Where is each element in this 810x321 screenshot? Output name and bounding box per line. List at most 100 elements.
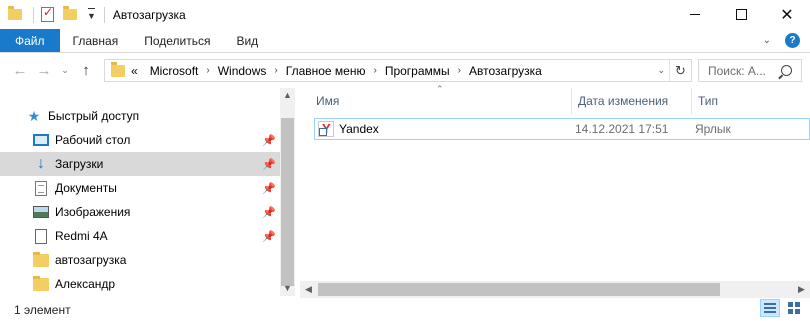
large-icons-view-icon xyxy=(788,302,800,314)
column-headers: Имя Дата изменения Тип xyxy=(300,88,810,114)
scroll-right-icon[interactable]: ▶ xyxy=(793,281,810,298)
scroll-down-icon[interactable]: ▼ xyxy=(280,281,295,296)
details-view-button[interactable] xyxy=(760,299,780,317)
column-date-modified[interactable]: Дата изменения xyxy=(572,88,692,114)
sidebar-item-quick-access[interactable]: ★ Быстрый доступ xyxy=(0,104,280,128)
scroll-up-icon[interactable]: ▲ xyxy=(280,88,295,103)
column-type[interactable]: Тип xyxy=(692,88,810,114)
scrollbar-thumb[interactable] xyxy=(281,118,294,286)
sidebar-item-label: Документы xyxy=(55,181,117,195)
navigation-pane: ★ Быстрый доступ Рабочий стол 📌 ↓ Загруз… xyxy=(0,88,280,296)
address-bar[interactable]: « Microsoft › Windows › Главное меню › П… xyxy=(104,59,692,82)
sidebar-item-label: Загрузки xyxy=(55,157,104,171)
file-row[interactable]: Yandex 14.12.2021 17:51 Ярлык xyxy=(314,118,810,140)
breadcrumb-startup[interactable]: Автозагрузка xyxy=(469,64,542,78)
breadcrumb-overflow[interactable]: « xyxy=(131,64,138,78)
up-button[interactable]: ↑ xyxy=(76,62,96,79)
customize-toolbar-icon[interactable]: ▼ xyxy=(87,8,96,21)
details-view-icon-line xyxy=(764,307,776,309)
help-icon[interactable]: ? xyxy=(785,33,800,48)
expand-ribbon-icon[interactable]: ⌄ xyxy=(763,35,771,46)
search-box[interactable] xyxy=(698,59,802,82)
pictures-icon xyxy=(33,206,49,218)
pin-icon[interactable]: 📌 xyxy=(262,182,276,195)
breadcrumb-windows[interactable]: Windows xyxy=(218,64,267,78)
sidebar-item-alexander[interactable]: Александр xyxy=(0,272,280,296)
sidebar-item-redmi[interactable]: Redmi 4A 📌 xyxy=(0,224,280,248)
sidebar-item-documents[interactable]: Документы 📌 xyxy=(0,176,280,200)
file-date: 14.12.2021 17:51 xyxy=(575,122,669,136)
file-name: Yandex xyxy=(339,122,379,136)
address-row: ← → ⌄ ↑ « Microsoft › Windows › Главное … xyxy=(0,53,810,88)
view-switcher xyxy=(760,299,804,317)
minimize-button[interactable] xyxy=(672,0,718,29)
tab-share[interactable]: Поделиться xyxy=(131,29,223,52)
breadcrumb-start-menu[interactable]: Главное меню xyxy=(286,64,366,78)
sidebar-item-label: Изображения xyxy=(55,205,131,219)
navigation-pane-scrollbar[interactable]: ▲ ▼ xyxy=(280,88,295,296)
ribbon-right-controls: ⌄ ? xyxy=(763,29,810,52)
tab-view[interactable]: Вид xyxy=(223,29,271,52)
sidebar-item-desktop[interactable]: Рабочий стол 📌 xyxy=(0,128,280,152)
pin-icon[interactable]: 📌 xyxy=(262,206,276,219)
toolbar-divider xyxy=(33,6,34,23)
sidebar-item-autostart-folder[interactable]: автозагрузка xyxy=(0,248,280,272)
folder-icon xyxy=(111,61,125,77)
item-count: 1 элемент xyxy=(14,302,71,317)
horizontal-scrollbar[interactable]: ◀ ▶ xyxy=(300,281,810,298)
column-name[interactable]: Имя xyxy=(300,88,572,114)
address-dropdown-icon[interactable]: ⌄ xyxy=(657,65,665,76)
window-title: Автозагрузка xyxy=(112,7,186,22)
sidebar-item-label: Рабочий стол xyxy=(55,133,131,147)
large-icons-view-button[interactable] xyxy=(784,299,804,317)
folder-icon[interactable] xyxy=(8,6,22,20)
breadcrumb-microsoft[interactable]: Microsoft xyxy=(150,64,199,78)
details-view-icon xyxy=(764,303,776,305)
tab-file[interactable]: Файл xyxy=(0,29,60,52)
close-button[interactable]: ✕ xyxy=(764,0,810,29)
sidebar-item-label: Быстрый доступ xyxy=(48,109,140,123)
maximize-button[interactable] xyxy=(718,0,764,29)
new-folder-icon[interactable] xyxy=(63,6,77,20)
quick-access-toolbar: ▼ xyxy=(0,0,104,29)
folder-icon xyxy=(33,275,49,291)
file-type: Ярлык xyxy=(695,122,731,136)
title-bar: ▼ Автозагрузка ✕ xyxy=(0,0,810,29)
breadcrumb-separator[interactable]: › xyxy=(206,65,209,76)
breadcrumb-separator[interactable]: › xyxy=(458,65,461,76)
search-icon[interactable] xyxy=(781,65,792,76)
sidebar-item-downloads[interactable]: ↓ Загрузки 📌 xyxy=(0,152,280,176)
breadcrumb-programs[interactable]: Программы xyxy=(385,64,450,78)
ribbon-tabs: Файл Главная Поделиться Вид ⌄ ? xyxy=(0,29,810,53)
status-bar: 1 элемент xyxy=(0,298,810,321)
documents-icon xyxy=(35,180,47,196)
star-icon: ★ xyxy=(27,108,41,124)
breadcrumb-separator[interactable]: › xyxy=(274,65,277,76)
sidebar-item-label: Александр xyxy=(55,277,116,291)
properties-icon[interactable] xyxy=(41,5,54,22)
sidebar-item-pictures[interactable]: Изображения 📌 xyxy=(0,200,280,224)
scroll-left-icon[interactable]: ◀ xyxy=(300,281,317,298)
desktop-icon xyxy=(33,134,49,146)
device-icon xyxy=(35,228,47,244)
pin-icon[interactable]: 📌 xyxy=(262,134,276,147)
file-list: ⌃ Имя Дата изменения Тип Yandex 14.12.20… xyxy=(300,84,810,296)
title-divider xyxy=(103,6,105,23)
sidebar-item-label: Redmi 4A xyxy=(55,229,108,243)
pin-icon[interactable]: 📌 xyxy=(262,158,276,171)
breadcrumb-separator[interactable]: › xyxy=(373,65,376,76)
download-icon: ↓ xyxy=(37,155,45,172)
folder-icon xyxy=(33,251,49,267)
search-input[interactable] xyxy=(699,63,779,78)
forward-button[interactable]: → xyxy=(34,62,54,79)
pin-icon[interactable]: 📌 xyxy=(262,230,276,243)
horizontal-scrollbar-thumb[interactable] xyxy=(318,283,720,296)
recent-locations-button[interactable]: ⌄ xyxy=(58,65,72,76)
refresh-button[interactable]: ↻ xyxy=(669,60,691,81)
yandex-shortcut-icon xyxy=(318,121,334,137)
back-button[interactable]: ← xyxy=(10,62,30,79)
details-view-icon-line xyxy=(764,311,776,313)
window-controls: ✕ xyxy=(672,0,810,29)
tab-home[interactable]: Главная xyxy=(60,29,132,52)
sidebar-item-label: автозагрузка xyxy=(55,253,127,267)
